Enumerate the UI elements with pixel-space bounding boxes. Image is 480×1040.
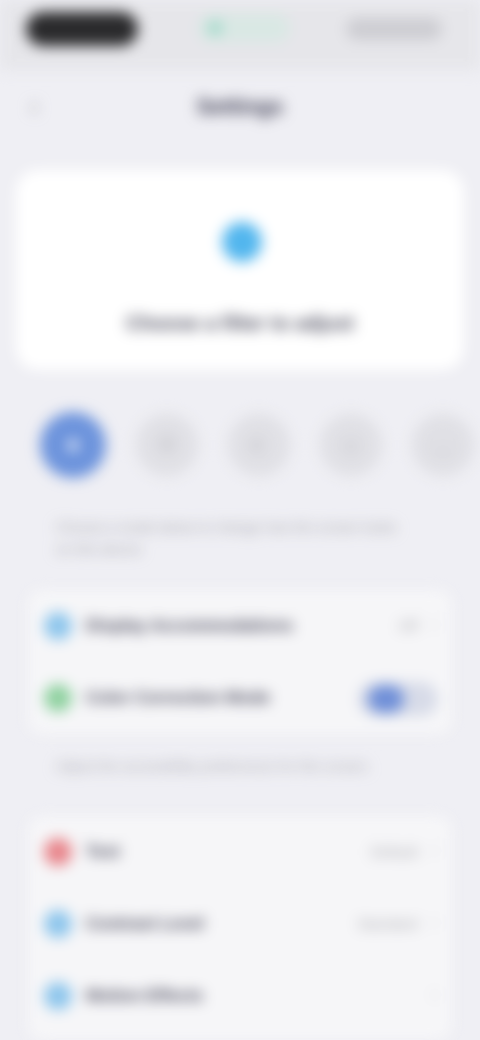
- display-accommodations-row[interactable]: Display Accommodations Off ›: [28, 590, 452, 662]
- display-settings-group: Display Accommodations Off › Color Corre…: [28, 590, 452, 734]
- row-label: Text: [86, 842, 120, 861]
- hero-card: Choose a filter to adjust: [16, 170, 464, 370]
- page-title: Settings: [196, 94, 284, 119]
- text-size-icon: [44, 838, 72, 866]
- display-icon: [44, 612, 72, 640]
- contrast-row[interactable]: Contrast Level Standard ›: [28, 888, 452, 960]
- mode-tabs: ● ≡ ◐ ☼ …: [40, 408, 480, 488]
- row-value: Off: [398, 618, 418, 635]
- app-screen: ‹ Settings Choose a filter to adjust ● ≡…: [0, 0, 480, 1040]
- hero-label: Choose a filter to adjust: [126, 313, 354, 335]
- color-correction-row: Color Correction Mode: [28, 662, 452, 734]
- droplet-icon: [222, 222, 262, 262]
- chevron-right-icon: ›: [432, 984, 438, 1004]
- palette-icon: ◐: [251, 431, 267, 458]
- tab-filter[interactable]: ●: [40, 412, 106, 478]
- motion-row[interactable]: Motion Effects ›: [28, 960, 452, 1032]
- tab-brightness[interactable]: ☼: [320, 414, 382, 476]
- chevron-right-icon: ›: [432, 912, 438, 932]
- filter-icon: ●: [65, 431, 81, 458]
- tab-sliders[interactable]: ≡: [136, 414, 198, 476]
- status-bar: [0, 0, 480, 70]
- tab-more[interactable]: …: [412, 414, 474, 476]
- color-correction-toggle[interactable]: [358, 682, 438, 716]
- chevron-right-icon: ›: [432, 840, 438, 860]
- toggle-knob: [368, 685, 404, 713]
- mode-description: Choose a mode below to change how the sc…: [56, 519, 397, 557]
- row-label: Motion Effects: [86, 986, 204, 1005]
- sliders-icon: ≡: [159, 431, 175, 458]
- text-row[interactable]: Text Default ›: [28, 816, 452, 888]
- tab-palette[interactable]: ◐: [228, 414, 290, 476]
- nav-bar: ‹ Settings: [0, 84, 480, 130]
- time-pill: [26, 12, 138, 46]
- contrast-icon: [44, 910, 72, 938]
- text-settings-group: Text Default › Contrast Level Standard ›…: [28, 816, 452, 1040]
- group-footnote: Adjust the accessibility preferences for…: [56, 758, 371, 774]
- row-label: Color Correction Mode: [86, 688, 271, 707]
- row-value: Standard: [357, 916, 418, 933]
- more-icon: …: [431, 431, 455, 458]
- row-label: Contrast Level: [86, 914, 205, 933]
- motion-icon: [44, 982, 72, 1010]
- brightness-icon: ☼: [340, 431, 362, 458]
- chevron-right-icon: ›: [432, 614, 438, 634]
- notification-pill: [198, 14, 290, 42]
- eye-icon: [44, 684, 72, 712]
- row-label: Display Accommodations: [86, 616, 294, 635]
- row-value: Default: [370, 844, 418, 861]
- status-icons: [346, 18, 442, 40]
